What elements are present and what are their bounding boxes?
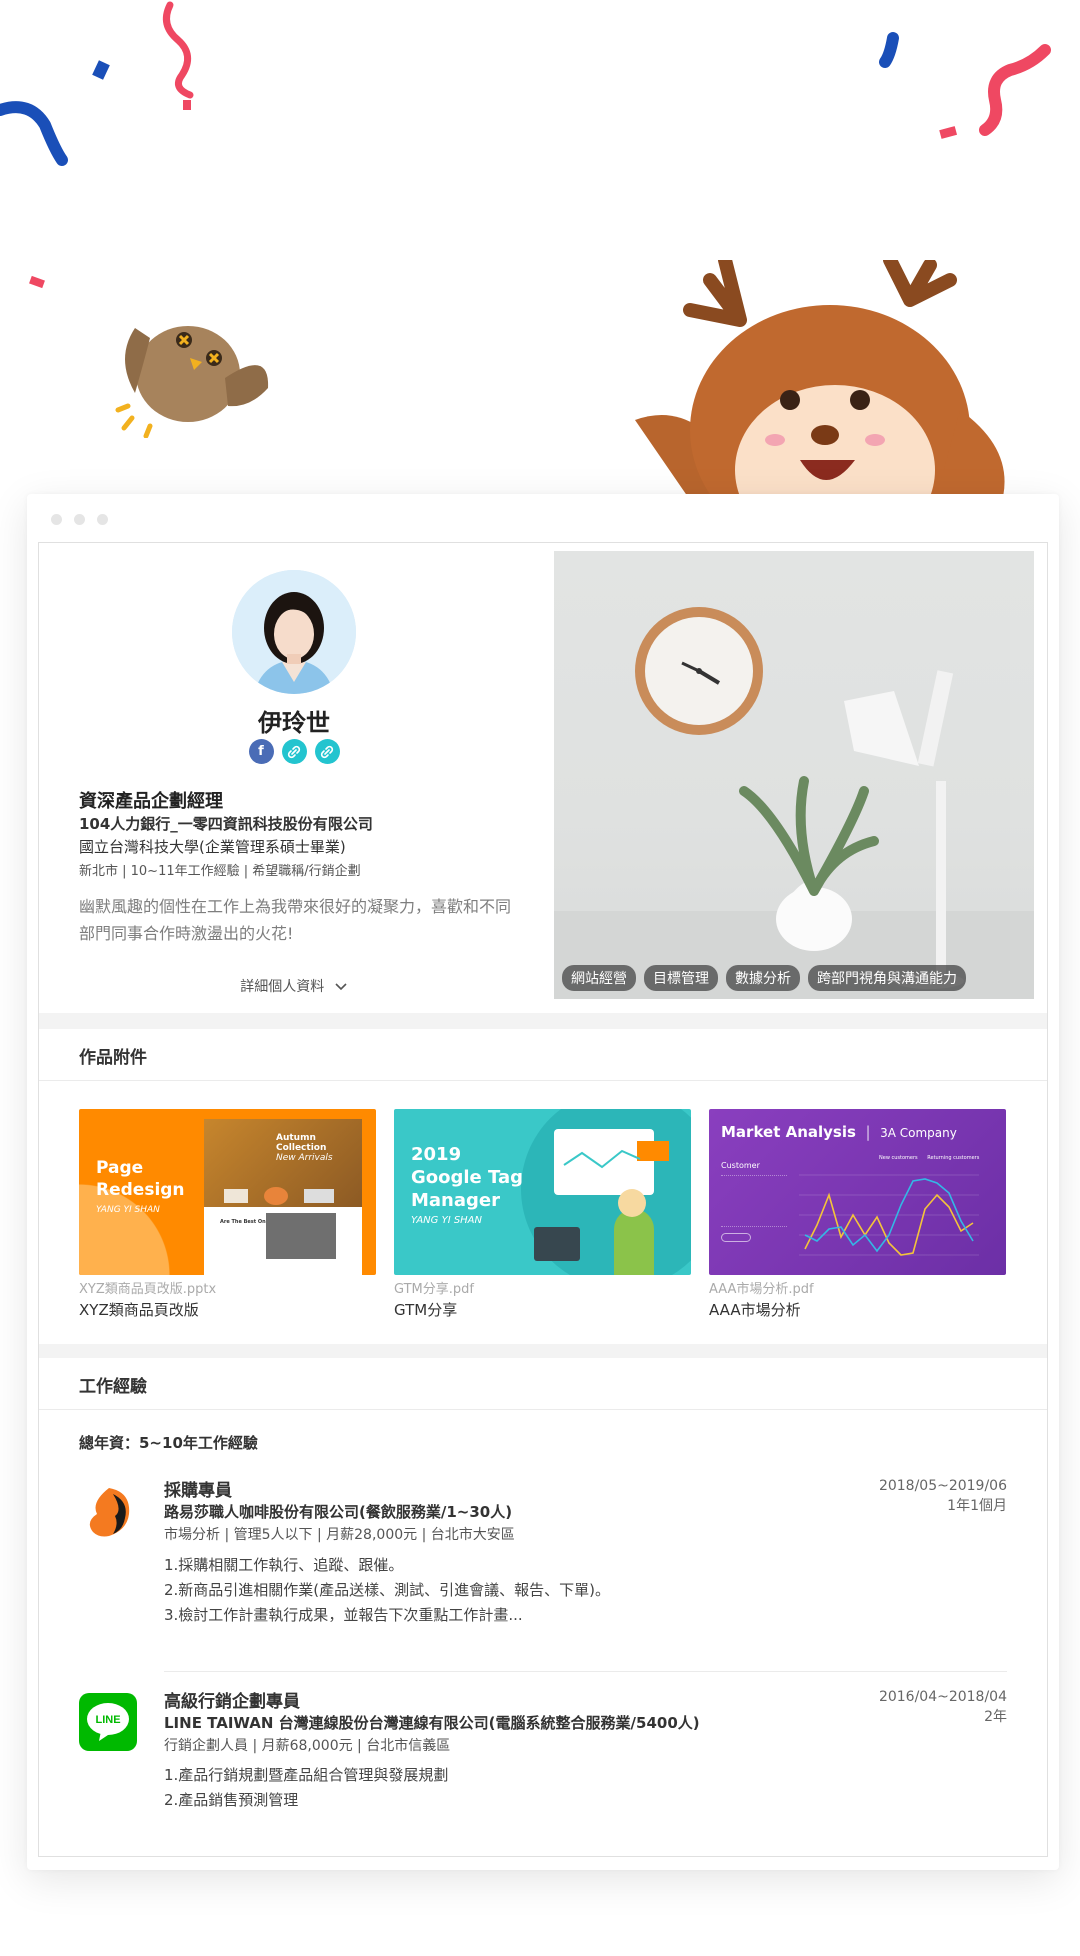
job-meta: 行銷企劃人員 | 月薪68,000元 | 台北市信義區 bbox=[164, 1738, 451, 1754]
experience-heading: 工作經驗 bbox=[79, 1377, 147, 1397]
detail-profile-link[interactable]: 詳細個人資料 bbox=[39, 976, 549, 996]
job-meta: 市場分析 | 管理5人以下 | 月薪28,000元 | 台北市大安區 bbox=[164, 1527, 515, 1543]
attachment-title: GTM分享 bbox=[394, 1301, 458, 1319]
window-controls bbox=[51, 514, 108, 525]
current-company: 104人力銀行_一零四資訊科技股份有限公司 bbox=[79, 815, 373, 833]
thumb-caption: Collection bbox=[276, 1143, 327, 1153]
profile-meta: 新北市 | 10~11年工作經驗 | 希望職稱/行銷企劃 bbox=[79, 864, 361, 879]
browser-window: 伊玲世 f 資深產品企劃經理 104人力銀行_一零四資訊科技股份有限公司 國立台… bbox=[27, 494, 1059, 1870]
attachment-filename: XYZ類商品頁改版.pptx bbox=[79, 1282, 217, 1297]
job-position: 採購專員 bbox=[164, 1481, 232, 1501]
divider bbox=[39, 1409, 1047, 1410]
thumb-title-line: 2019 bbox=[411, 1144, 462, 1165]
self-intro: 幽默風趣的個性在工作上為我帶來很好的凝聚力，喜歡和不同部門同事合作時激盪出的火花… bbox=[79, 897, 512, 943]
thumb-subtitle: YANG YI SHAN bbox=[411, 1215, 483, 1226]
social-links: f bbox=[39, 739, 549, 764]
skill-tag[interactable]: 目標管理 bbox=[644, 965, 718, 991]
education: 國立台灣科技大學(企業管理系碩士畢業) bbox=[79, 838, 346, 856]
owl-illustration bbox=[115, 326, 269, 438]
link-icon[interactable] bbox=[281, 739, 307, 764]
attachment-filename: GTM分享.pdf bbox=[394, 1282, 474, 1297]
profile-section: 伊玲世 f 資深產品企劃經理 104人力銀行_一零四資訊科技股份有限公司 國立台… bbox=[39, 543, 1047, 1013]
skill-tags: 網站經營 目標管理 數據分析 跨部門視角與溝通能力 bbox=[562, 965, 966, 991]
thumb-title-line: Page bbox=[96, 1158, 144, 1178]
window-dot bbox=[51, 514, 62, 525]
thumb-caption: New Arrivals bbox=[276, 1153, 333, 1163]
attachment-title: AAA市場分析 bbox=[709, 1301, 801, 1319]
link-icon[interactable] bbox=[314, 739, 340, 764]
job-dates: 2018/05~2019/06 bbox=[878, 1478, 1007, 1494]
avatar bbox=[232, 570, 356, 694]
total-experience: 總年資：5~10年工作經驗 bbox=[79, 1434, 258, 1452]
profile-cover-photo: 網站經營 目標管理 數據分析 跨部門視角與溝通能力 bbox=[554, 551, 1034, 999]
attachment-card[interactable]: Market Analysis | 3A Company Customer Ne… bbox=[709, 1109, 1006, 1320]
attachment-thumbnail: 2019 Google Tag Manager YANG YI SHAN bbox=[394, 1109, 691, 1275]
divider bbox=[39, 1080, 1047, 1081]
resume-page: 伊玲世 f 資深產品企劃經理 104人力銀行_一零四資訊科技股份有限公司 國立台… bbox=[38, 542, 1048, 1857]
detail-link-label: 詳細個人資料 bbox=[240, 979, 325, 995]
job-dates: 2016/04~2018/04 bbox=[878, 1689, 1007, 1705]
thumb-caption: Are The Best Ones bbox=[220, 1219, 273, 1225]
thumb-legend: New customers bbox=[879, 1155, 918, 1161]
attachments-section: 作品附件 Page Redesign YANG YI SHAN Autumn C… bbox=[39, 1029, 1047, 1344]
attachment-thumbnail: Page Redesign YANG YI SHAN Autumn Collec… bbox=[79, 1109, 376, 1275]
attachments-heading: 作品附件 bbox=[79, 1048, 147, 1068]
job-company: 路易莎職人咖啡股份有限公司(餐飲服務業/1~30人) bbox=[164, 1503, 513, 1521]
thumb-title-line: Redesign bbox=[96, 1180, 185, 1200]
candidate-name: 伊玲世 bbox=[258, 709, 330, 737]
attachment-card[interactable]: 2019 Google Tag Manager YANG YI SHAN GTM… bbox=[394, 1109, 691, 1320]
job-company: LINE TAIWAN 台灣連線股份台灣連線有限公司(電腦系統整合服務業/540… bbox=[164, 1714, 700, 1732]
attachment-card[interactable]: Page Redesign YANG YI SHAN Autumn Collec… bbox=[79, 1109, 376, 1320]
job-duty: 2.產品銷售預測管理 bbox=[164, 1791, 299, 1809]
skill-tag[interactable]: 跨部門視角與溝通能力 bbox=[808, 965, 966, 991]
line-logo-text: LINE bbox=[95, 1714, 120, 1726]
experience-section: 工作經驗 總年資：5~10年工作經驗 採購專員 路易莎職人咖啡股份有限公司(餐飲… bbox=[39, 1358, 1047, 1856]
company-logo: LINE bbox=[79, 1693, 137, 1751]
thumb-title-line: Manager bbox=[411, 1190, 500, 1211]
window-dot bbox=[74, 514, 85, 525]
thumb-separator: | bbox=[860, 1123, 876, 1141]
job-period: 2016/04~2018/04 2年 bbox=[879, 1687, 1007, 1727]
attachment-filename: AAA市場分析.pdf bbox=[709, 1282, 814, 1297]
thumb-label: Customer bbox=[721, 1161, 760, 1170]
attachment-title: XYZ類商品頁改版 bbox=[79, 1301, 199, 1319]
facebook-icon[interactable]: f bbox=[248, 739, 274, 764]
job-duration: 1年1個月 bbox=[947, 1498, 1007, 1514]
thumb-company: 3A Company bbox=[880, 1126, 957, 1140]
job-duty: 2.新商品引進相關作業(產品送樣、測試、引進會議、報告、下單)。 bbox=[164, 1581, 611, 1599]
job-duty: 3.檢討工作計畫執行成果，並報告下次重點工作計畫... bbox=[164, 1606, 523, 1624]
job-duration: 2年 bbox=[984, 1709, 1007, 1725]
thumb-title: Market Analysis bbox=[721, 1123, 856, 1141]
confetti-decoration bbox=[0, 1, 1051, 289]
thumb-caption: Autumn bbox=[276, 1133, 316, 1143]
job-duty: 1.採購相關工作執行、追蹤、跟催。 bbox=[164, 1556, 404, 1574]
window-dot bbox=[97, 514, 108, 525]
thumb-subtitle: YANG YI SHAN bbox=[96, 1205, 160, 1215]
skill-tag[interactable]: 數據分析 bbox=[726, 965, 800, 991]
attachment-thumbnail: Market Analysis | 3A Company Customer Ne… bbox=[709, 1109, 1006, 1275]
chevron-down-icon bbox=[335, 983, 347, 991]
divider bbox=[164, 1671, 1007, 1672]
thumb-title-line: Google Tag bbox=[411, 1167, 524, 1188]
job-title: 資深產品企劃經理 bbox=[79, 791, 223, 812]
skill-tag[interactable]: 網站經營 bbox=[562, 965, 636, 991]
thumb-legend: Returning customers bbox=[927, 1155, 980, 1161]
company-logo bbox=[79, 1484, 137, 1542]
job-duty: 1.產品行銷規劃暨產品組合管理與發展規劃 bbox=[164, 1766, 449, 1784]
job-position: 高級行銷企劃專員 bbox=[164, 1692, 300, 1712]
job-period: 2018/05~2019/06 1年1個月 bbox=[879, 1476, 1007, 1516]
